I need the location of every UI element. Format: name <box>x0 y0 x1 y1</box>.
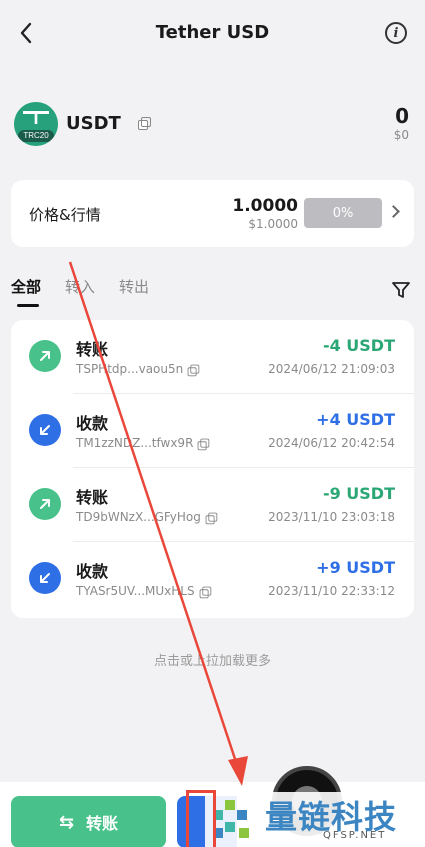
price-value: 1.0000 <box>232 196 298 216</box>
tx-address: TM1zzNDZ...tfwx9R <box>76 436 210 450</box>
transaction-row[interactable]: 收款 TM1zzNDZ...tfwx9R +4 USDT 2024/06/12 … <box>11 394 414 468</box>
tab-underline <box>17 304 39 307</box>
token-name: USDT <box>66 113 121 134</box>
tx-address: TSPHtdp...vaou5n <box>76 362 200 376</box>
copy-icon[interactable] <box>198 438 210 450</box>
info-button[interactable]: i <box>385 22 407 44</box>
copy-icon[interactable] <box>199 586 211 598</box>
annotation-highlight-box <box>186 790 216 847</box>
price-change-badge: 0% <box>304 198 382 228</box>
token-balance: 0 <box>395 104 409 128</box>
copy-icon[interactable] <box>205 512 218 524</box>
transaction-list: 转账 TSPHtdp...vaou5n -4 USDT 2024/06/12 2… <box>11 320 414 618</box>
tx-address-text: TSPHtdp...vaou5n <box>76 362 184 376</box>
tx-time: 2024/06/12 21:09:03 <box>268 362 395 376</box>
tab-incoming[interactable]: 转入 <box>65 276 95 297</box>
tx-type: 转账 <box>76 340 109 359</box>
tx-amount: +9 USDT <box>316 558 395 577</box>
tx-address: TD9bWNzX...GFyHog <box>76 510 218 524</box>
watermark: 量链科技 QFSP.NET <box>205 792 425 847</box>
tx-time: 2023/11/10 22:33:12 <box>268 584 395 598</box>
tx-time: 2023/11/10 23:03:18 <box>268 510 395 524</box>
token-balance-fiat: $0 <box>393 128 409 142</box>
price-card[interactable]: 价格&行情 1.0000 $1.0000 0% <box>11 180 414 247</box>
receive-arrow-icon <box>29 562 61 594</box>
tx-amount: -4 USDT <box>322 336 395 355</box>
tx-address: TYASr5UV...MUxHLS <box>76 584 211 598</box>
tx-address-text: TYASr5UV...MUxHLS <box>76 584 195 598</box>
transaction-row[interactable]: 收款 TYASr5UV...MUxHLS +9 USDT 2023/11/10 … <box>11 542 414 616</box>
tx-type: 收款 <box>76 562 109 581</box>
copy-icon[interactable] <box>138 117 151 130</box>
network-tag: TRC20 <box>18 130 54 142</box>
transaction-row[interactable]: 转账 TD9bWNzX...GFyHog -9 USDT 2023/11/10 … <box>11 468 414 542</box>
header-bar: Tether USD i <box>0 0 425 68</box>
token-summary: T TRC20 USDT 0 $0 <box>14 100 411 148</box>
transaction-row[interactable]: 转账 TSPHtdp...vaou5n -4 USDT 2024/06/12 2… <box>11 320 414 394</box>
tx-amount: +4 USDT <box>316 410 395 429</box>
price-fiat: $1.0000 <box>248 217 298 231</box>
page-title: Tether USD <box>155 22 270 43</box>
chevron-right-icon <box>387 205 400 218</box>
load-more-link[interactable]: 点击或上拉加载更多 <box>0 650 425 669</box>
transfer-label: 转账 <box>86 814 119 833</box>
send-arrow-icon <box>29 340 61 372</box>
tx-address-text: TM1zzNDZ...tfwx9R <box>76 436 194 450</box>
tab-outgoing[interactable]: 转出 <box>119 276 149 297</box>
filter-icon <box>392 282 410 298</box>
tab-all[interactable]: 全部 <box>11 276 41 297</box>
watermark-logo-icon <box>213 800 249 838</box>
logo-letter: T <box>30 108 42 128</box>
tx-address-text: TD9bWNzX...GFyHog <box>76 510 201 524</box>
copy-icon[interactable] <box>187 364 200 376</box>
tx-amount: -9 USDT <box>322 484 395 503</box>
tx-type: 转账 <box>76 488 109 507</box>
usdt-logo: T TRC20 <box>14 102 58 146</box>
tx-type: 收款 <box>76 414 109 433</box>
price-label: 价格&行情 <box>29 206 101 224</box>
send-arrow-icon <box>29 488 61 520</box>
filter-button[interactable] <box>391 280 411 300</box>
watermark-subtitle: QFSP.NET <box>323 830 387 841</box>
info-icon: i <box>393 25 399 41</box>
receive-arrow-icon <box>29 414 61 446</box>
swap-icon: ⇆ <box>58 811 75 833</box>
tx-time: 2024/06/12 20:42:54 <box>268 436 395 450</box>
transfer-button[interactable]: ⇆ 转账 <box>11 796 166 847</box>
